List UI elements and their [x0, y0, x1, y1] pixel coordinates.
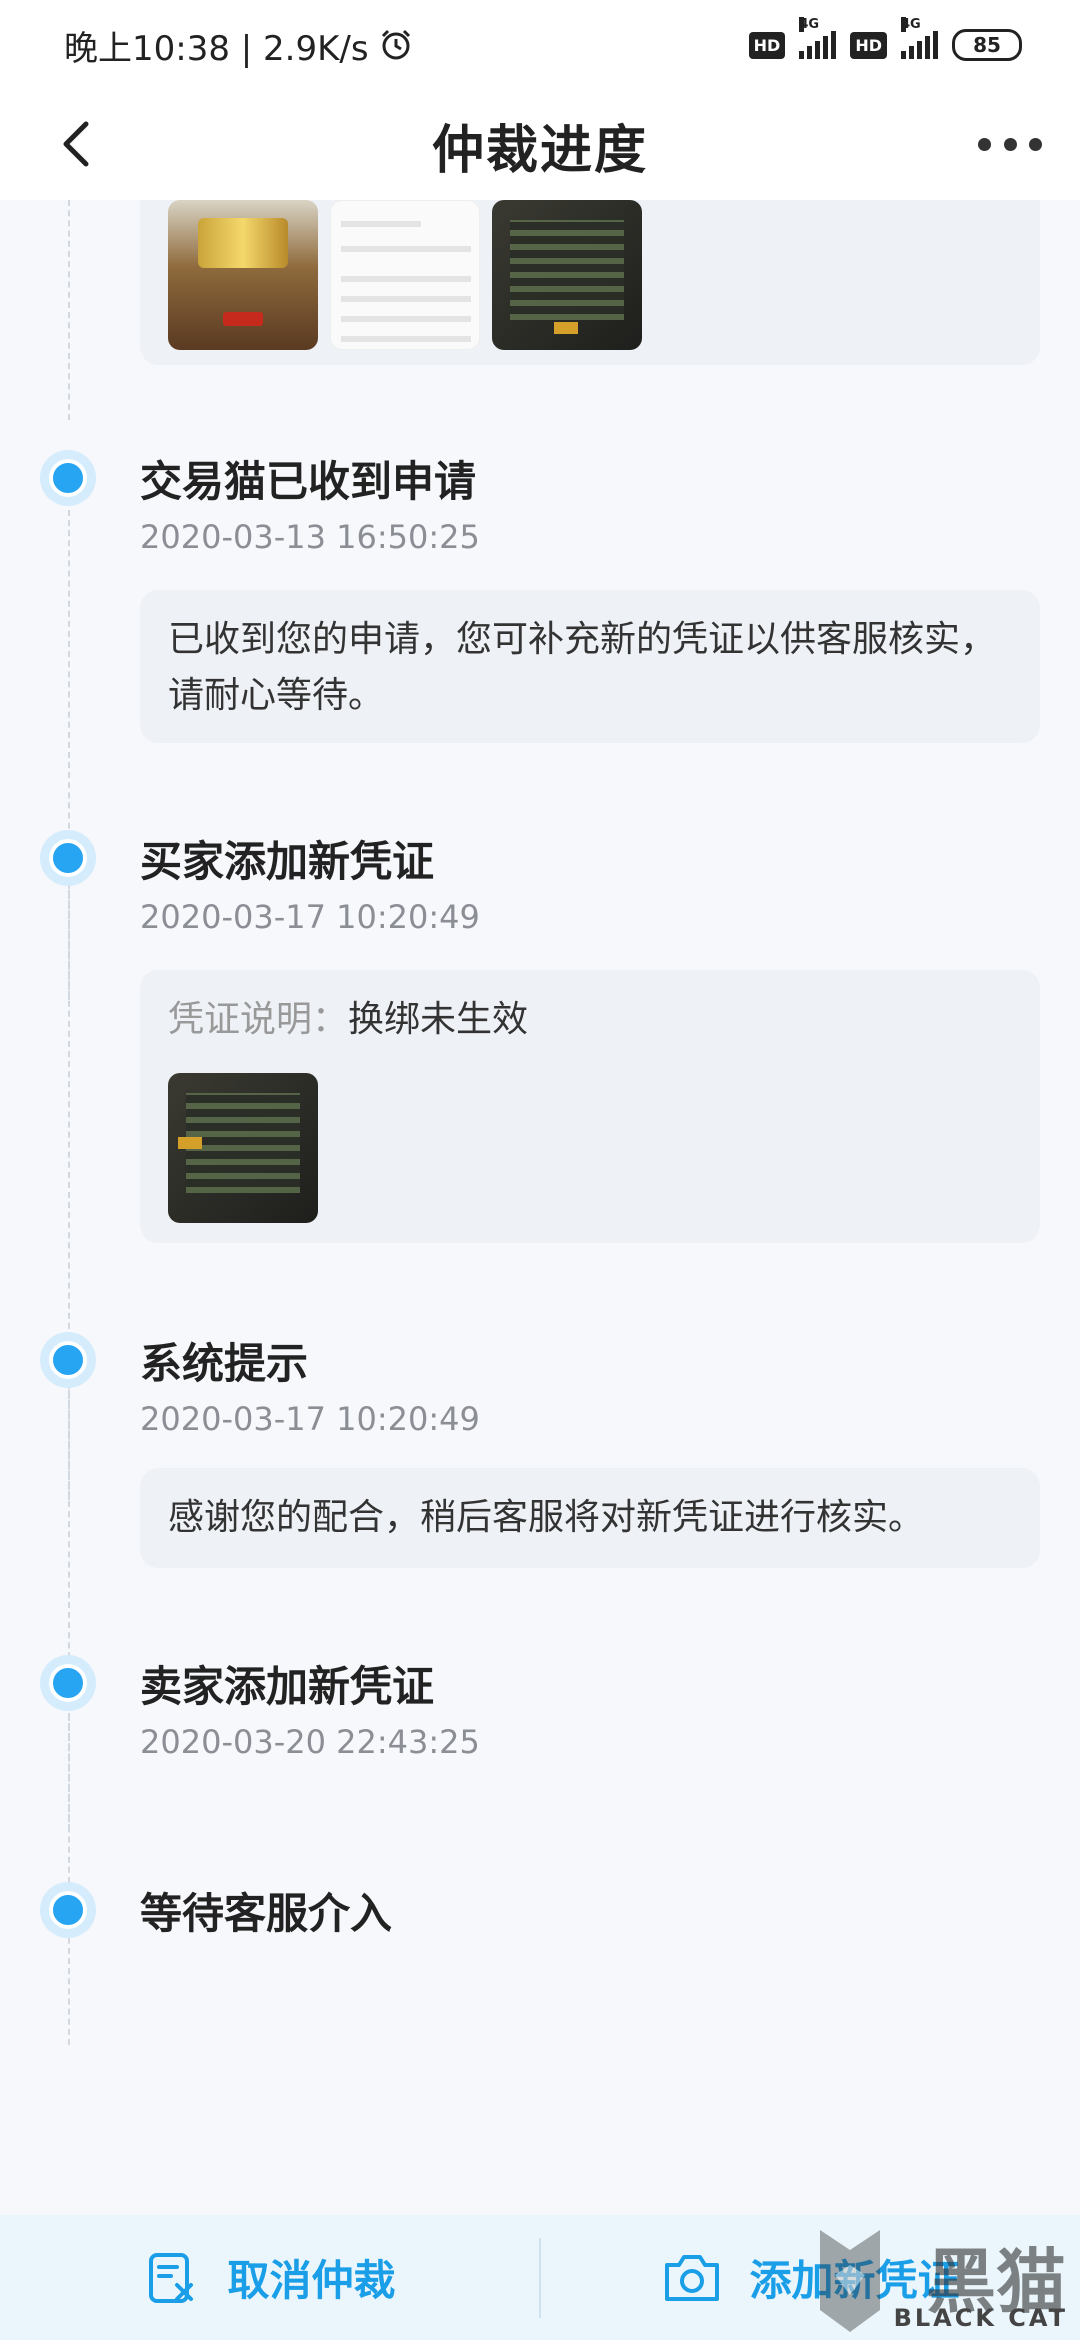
evidence-thumbnail[interactable] — [168, 1073, 318, 1223]
cancel-document-icon — [149, 2252, 194, 2303]
game-button-image — [223, 312, 263, 326]
list-row-image — [341, 336, 471, 342]
net-type-2: 4G — [901, 17, 921, 32]
page-title: 仲裁进度 — [431, 120, 648, 181]
game-banner-image — [198, 218, 288, 268]
step-title: 交易猫已收到申请 — [140, 457, 477, 506]
net-type-1: 4G — [799, 17, 820, 32]
gold-item-image — [178, 1137, 202, 1149]
list-row-image — [341, 276, 471, 282]
signal-icon-1: 4G — [799, 17, 837, 59]
evidence-thumbnail[interactable] — [168, 200, 318, 350]
evidence-description: 凭证说明：换绑未生效 — [140, 970, 1040, 1070]
more-dot — [1029, 137, 1042, 151]
camera-icon — [665, 2254, 720, 2301]
more-button[interactable] — [978, 122, 1042, 166]
timeline-connector — [68, 200, 70, 420]
timeline-dot — [40, 1882, 96, 1938]
evidence-description-value: 换绑未生效 — [348, 999, 529, 1040]
list-row-image — [341, 316, 471, 322]
step-message-text: 已收到您的申请，您可补充新的凭证以供客服核实，请耐心等待。 — [168, 619, 997, 716]
hd-badge-1: HD — [748, 31, 786, 59]
battery-level: 85 — [973, 33, 1001, 57]
timeline-dot — [40, 1655, 96, 1711]
cancel-arbitration-button[interactable]: 取消仲裁 — [0, 2215, 539, 2340]
gold-item-image — [554, 322, 578, 334]
cancel-arbitration-label: 取消仲裁 — [227, 2256, 396, 2305]
list-row-image — [341, 246, 471, 252]
step-message-text: 感谢您的配合，稍后客服将对新凭证进行核实。 — [168, 1497, 925, 1538]
step-title: 等待客服介入 — [140, 1889, 393, 1938]
timeline-connector — [68, 1715, 70, 2045]
status-bar: 晚上10:38 | 2.9K/s HD 4G HD 4G 85 — [0, 0, 1080, 90]
step-time: 2020-03-20 22:43:25 — [140, 1723, 480, 1761]
step-time: 2020-03-13 16:50:25 — [140, 518, 480, 556]
timeline-dot — [40, 1332, 96, 1388]
evidence-thumbnail[interactable] — [330, 200, 480, 350]
evidence-card: 凭证说明：换绑未生效 — [140, 970, 1040, 1243]
step-title: 卖家添加新凭证 — [140, 1662, 435, 1711]
signal-icon-2: 4G — [901, 17, 938, 59]
inventory-grid-image — [510, 220, 624, 320]
step-title: 买家添加新凭证 — [140, 837, 435, 886]
step-title: 系统提示 — [140, 1339, 309, 1388]
more-dot — [978, 137, 991, 151]
list-row-image — [341, 221, 421, 227]
more-dot — [1003, 137, 1017, 151]
alarm-icon — [381, 29, 410, 60]
step-time: 2020-03-17 10:20:49 — [140, 1400, 480, 1438]
previous-evidence-card — [140, 200, 1040, 365]
inventory-grid-image — [186, 1093, 300, 1193]
evidence-description-label: 凭证说明： — [168, 999, 349, 1040]
back-button[interactable] — [48, 114, 108, 174]
timeline-dot — [40, 830, 96, 886]
list-row-image — [341, 296, 471, 302]
evidence-thumbnail[interactable] — [492, 200, 642, 350]
nav-header: 仲裁进度 — [0, 90, 1080, 200]
status-time-text: 晚上10:38 | 2.9K/s — [64, 28, 369, 69]
step-time: 2020-03-17 10:20:49 — [140, 898, 480, 936]
step-message-card: 已收到您的申请，您可补充新的凭证以供客服核实，请耐心等待。 — [140, 590, 1040, 743]
timeline-dot — [40, 450, 96, 506]
watermark-subtext: BLACK CAT — [893, 2304, 1068, 2332]
battery-icon: 85 — [952, 29, 1022, 61]
chevron-left-icon — [63, 121, 89, 167]
hd-badge-2: HD — [850, 31, 887, 59]
arbitration-timeline[interactable]: 交易猫已收到申请 2020-03-13 16:50:25 已收到您的申请，您可补… — [0, 200, 1080, 2215]
status-time-speed: 晚上10:38 | 2.9K/s — [64, 21, 413, 70]
step-message-card: 感谢您的配合，稍后客服将对新凭证进行核实。 — [140, 1468, 1040, 1568]
